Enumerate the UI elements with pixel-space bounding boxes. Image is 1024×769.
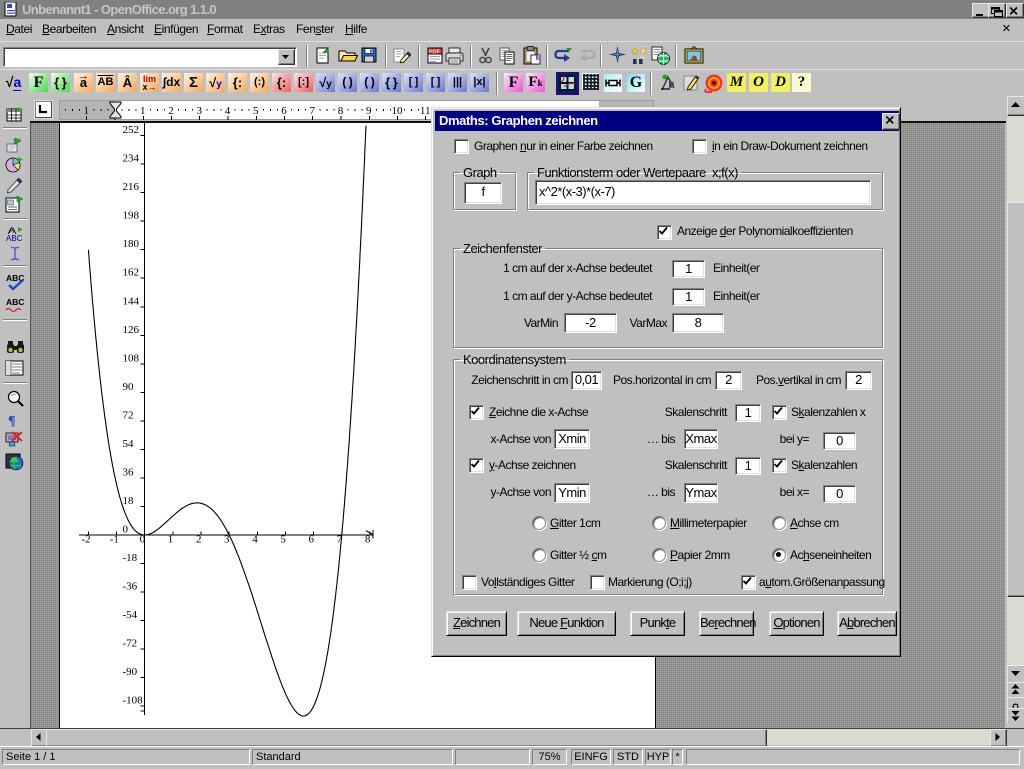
svg-text:4: 4 bbox=[225, 105, 231, 117]
svg-text:1: 1 bbox=[140, 105, 146, 117]
svg-text:-72: -72 bbox=[123, 638, 138, 650]
svg-text:-2: -2 bbox=[82, 534, 91, 546]
svg-text:8: 8 bbox=[338, 105, 344, 117]
svg-text:11: 11 bbox=[420, 105, 431, 117]
svg-text:¶: ¶ bbox=[8, 414, 16, 428]
svg-text:ABC: ABC bbox=[6, 234, 23, 243]
svg-text:126: 126 bbox=[123, 324, 140, 336]
svg-text:198: 198 bbox=[123, 210, 140, 222]
svg-text:-108: -108 bbox=[123, 695, 144, 707]
svg-text:PDF: PDF bbox=[429, 50, 441, 56]
svg-text:6: 6 bbox=[309, 534, 315, 546]
svg-text:1: 1 bbox=[83, 105, 89, 117]
svg-text:54: 54 bbox=[123, 438, 135, 450]
svg-text:9: 9 bbox=[366, 105, 372, 117]
svg-text:7: 7 bbox=[309, 105, 315, 117]
svg-text:90: 90 bbox=[123, 381, 135, 393]
svg-text:-1: -1 bbox=[110, 534, 119, 546]
svg-text:5: 5 bbox=[253, 105, 259, 117]
svg-text:144: 144 bbox=[123, 295, 140, 307]
svg-text:1: 1 bbox=[168, 534, 174, 546]
svg-text:216: 216 bbox=[123, 181, 140, 193]
svg-text:162: 162 bbox=[123, 267, 140, 279]
svg-text:18: 18 bbox=[123, 495, 135, 507]
svg-text:252: 252 bbox=[123, 124, 140, 136]
svg-text:10: 10 bbox=[392, 105, 404, 117]
svg-text:2: 2 bbox=[196, 534, 202, 546]
svg-text:108: 108 bbox=[123, 352, 140, 364]
svg-text:234: 234 bbox=[123, 153, 140, 165]
svg-text:0: 0 bbox=[123, 524, 129, 536]
svg-text:5: 5 bbox=[280, 534, 286, 546]
svg-text:-18: -18 bbox=[123, 552, 138, 564]
svg-text:ABC: ABC bbox=[6, 297, 24, 307]
svg-text:3: 3 bbox=[196, 105, 202, 117]
svg-text:36: 36 bbox=[123, 466, 135, 478]
svg-text:8: 8 bbox=[365, 534, 371, 546]
svg-text:2: 2 bbox=[168, 105, 174, 117]
svg-text:-36: -36 bbox=[123, 581, 138, 593]
svg-text:4: 4 bbox=[252, 534, 258, 546]
svg-text:180: 180 bbox=[123, 238, 140, 250]
svg-text:-90: -90 bbox=[123, 666, 138, 678]
svg-text:72: 72 bbox=[123, 409, 134, 421]
svg-text:6: 6 bbox=[281, 105, 287, 117]
svg-text:-54: -54 bbox=[123, 609, 138, 621]
